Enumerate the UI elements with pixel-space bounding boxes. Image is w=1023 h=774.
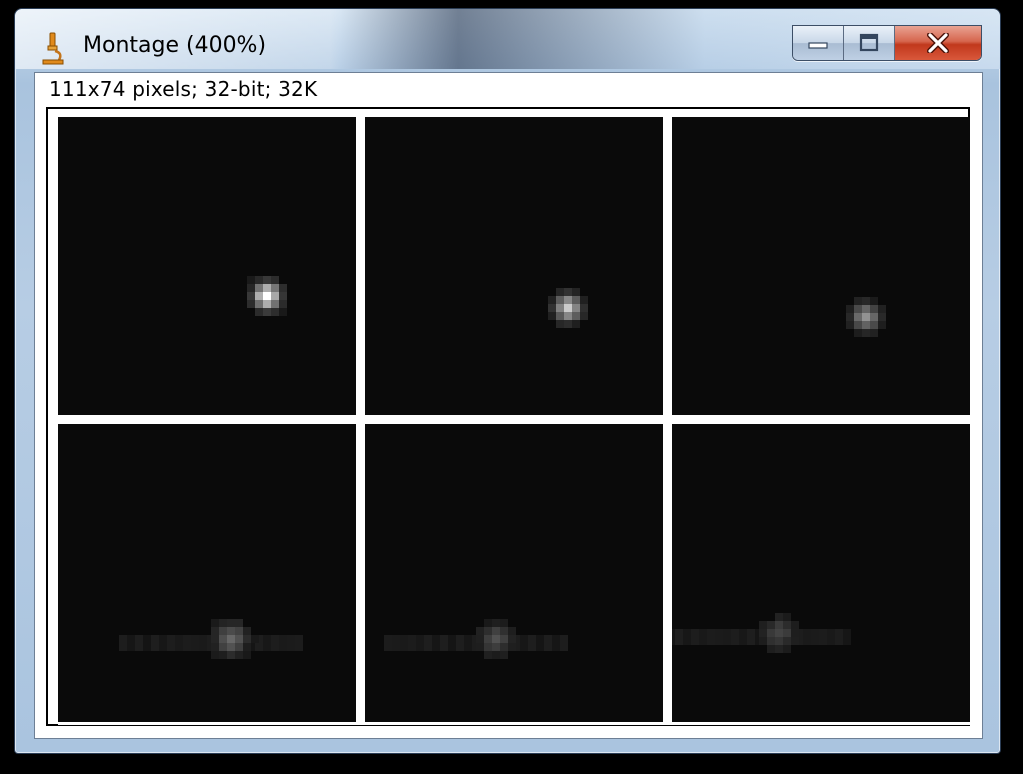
microscope-icon	[42, 32, 64, 65]
caption-buttons	[792, 25, 982, 61]
image-client-area: 111x74 pixels; 32-bit; 32K	[34, 72, 983, 739]
montage-grid	[58, 117, 973, 725]
image-info-text: 111x74 pixels; 32-bit; 32K	[49, 77, 318, 101]
window-title: Montage (400%)	[83, 33, 267, 58]
maximize-button[interactable]	[844, 26, 895, 60]
montage-tile	[58, 424, 356, 722]
image-window[interactable]: Montage (400%) 111x74 pixels; 32-bit; 32…	[14, 8, 1001, 754]
montage-tile	[672, 424, 970, 722]
montage-tile	[365, 424, 663, 722]
minimize-icon	[808, 42, 828, 49]
close-button[interactable]	[895, 26, 981, 60]
title-bar[interactable]: Montage (400%)	[15, 9, 1000, 69]
close-icon	[927, 33, 949, 53]
montage-tile	[672, 117, 970, 415]
minimize-button[interactable]	[793, 26, 844, 60]
image-canvas[interactable]	[46, 107, 973, 726]
montage-tile	[58, 117, 356, 415]
maximize-icon	[859, 33, 879, 52]
montage-tile	[365, 117, 663, 415]
